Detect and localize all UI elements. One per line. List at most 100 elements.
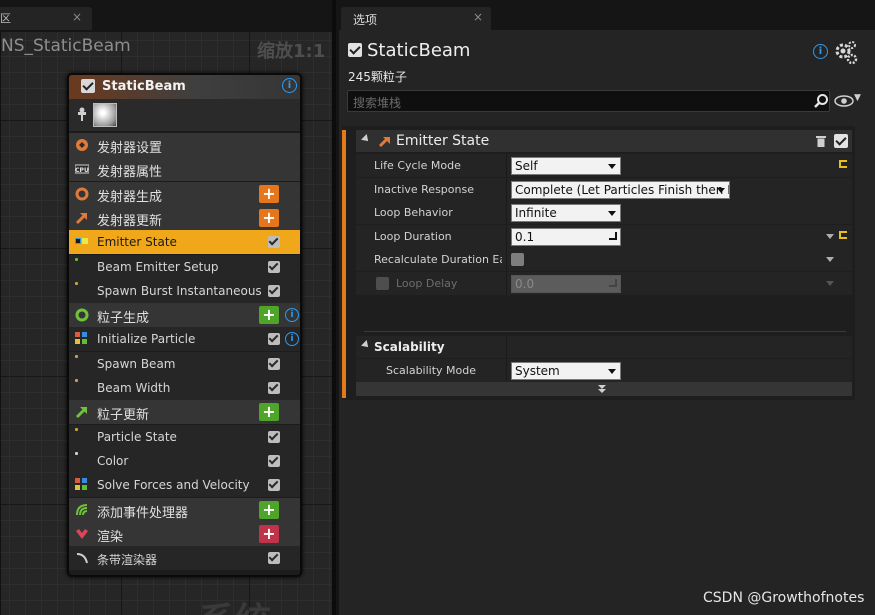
module-enabled-checkbox[interactable] xyxy=(268,357,280,370)
stack-row[interactable]: Beam Emitter Setup xyxy=(69,254,300,279)
emitter-enabled-checkbox[interactable] xyxy=(81,79,95,93)
collapse-arrow-icon[interactable] xyxy=(361,340,371,350)
property-number-field[interactable]: 0.1 xyxy=(511,227,621,246)
column-separator xyxy=(506,336,507,358)
stack-row[interactable]: Particle State xyxy=(69,424,300,449)
pin-icon[interactable] xyxy=(76,107,88,121)
reset-to-default-icon[interactable] xyxy=(839,160,847,168)
stack-row[interactable]: 渲染 + xyxy=(69,521,300,546)
stack-search-input[interactable]: 搜索堆栈 xyxy=(347,90,830,112)
emitter-node[interactable]: StaticBeam i 发射器设置 CPU 发射器属性 发射器生成 + 发射器更新 + Em… xyxy=(67,73,302,577)
add-module-button[interactable]: + xyxy=(259,306,279,325)
column-separator xyxy=(506,224,507,248)
stack-row-label: Beam Width xyxy=(97,381,171,395)
module-type-dot-icon xyxy=(75,281,78,285)
stack-row[interactable]: Spawn Burst Instantaneous xyxy=(69,278,300,303)
property-combo[interactable]: Complete (Let Particles Finish then K xyxy=(511,180,730,199)
details-tab-close-icon[interactable]: × xyxy=(473,10,483,24)
drag-handle-icon xyxy=(609,231,617,240)
eye-icon[interactable] xyxy=(834,93,854,109)
chevron-down-icon[interactable]: ▼ xyxy=(854,93,861,103)
column-separator xyxy=(506,359,507,382)
chevron-down-icon[interactable] xyxy=(826,257,834,262)
add-module-button[interactable]: + xyxy=(259,403,279,422)
stack-row[interactable]: 粒子生成 + i xyxy=(69,303,300,328)
stack-row-label: 条带渲染器 xyxy=(97,553,158,568)
stack-row-label: 添加事件处理器 xyxy=(97,505,189,521)
property-row: Loop Delay 0.0 xyxy=(356,271,852,295)
graph-tab-close-icon[interactable]: × xyxy=(72,10,82,24)
scalability-mode-row: Scalability Mode System xyxy=(356,359,852,382)
module-enabled-checkbox[interactable] xyxy=(268,430,280,443)
csdn-watermark: CSDN @Growthofnotes xyxy=(703,590,865,606)
details-tab[interactable]: 选项 × xyxy=(341,7,491,30)
property-combo[interactable]: Self xyxy=(511,157,621,175)
module-enabled-checkbox[interactable] xyxy=(268,333,280,346)
gear-icon[interactable] xyxy=(833,40,859,66)
graph-tab-label: 区 xyxy=(0,12,11,25)
property-combo[interactable]: Infinite xyxy=(511,204,621,222)
scalability-mode-combo[interactable]: System xyxy=(511,362,621,380)
module-enabled-checkbox[interactable] xyxy=(268,454,280,467)
trash-icon[interactable] xyxy=(816,135,826,147)
ribbon-renderer-icon xyxy=(75,551,89,565)
property-override-checkbox[interactable] xyxy=(376,276,389,290)
property-name: Life Cycle Mode xyxy=(374,159,461,172)
stack-row[interactable]: Initialize Particle i xyxy=(69,327,300,352)
info-icon[interactable]: i xyxy=(285,332,299,347)
graph-watermark: 系统 xyxy=(199,592,271,615)
stack-row[interactable]: 发射器生成 + xyxy=(69,181,300,206)
column-separator xyxy=(506,271,507,295)
info-icon[interactable]: i xyxy=(813,44,828,59)
advanced-expand-bar[interactable] xyxy=(356,382,852,396)
add-module-button[interactable]: + xyxy=(259,184,279,203)
emitter-thumbnail[interactable] xyxy=(93,103,117,127)
stack-row[interactable]: 条带渲染器 xyxy=(69,546,300,571)
info-icon[interactable]: i xyxy=(285,308,299,323)
info-icon[interactable]: i xyxy=(282,78,297,93)
emitter-node-header[interactable]: StaticBeam i xyxy=(69,75,300,99)
graph-tab[interactable]: 区 × xyxy=(0,7,92,30)
emitter-state-category-header[interactable]: Emitter State xyxy=(356,130,852,152)
module-enabled-checkbox[interactable] xyxy=(834,134,848,148)
stack-row[interactable]: 发射器设置 xyxy=(69,133,300,157)
stack-row-label: 发射器属性 xyxy=(97,165,163,181)
search-icon[interactable] xyxy=(813,93,829,109)
stack-row[interactable]: Beam Width xyxy=(69,376,300,400)
chevron-down-icon[interactable] xyxy=(597,384,607,394)
property-checkbox[interactable] xyxy=(511,253,524,266)
module-enabled-checkbox[interactable] xyxy=(268,552,280,565)
add-module-button[interactable]: + xyxy=(259,524,279,543)
stack-row[interactable]: 添加事件处理器 + xyxy=(69,497,300,522)
add-module-button[interactable]: + xyxy=(259,500,279,519)
chevron-down-icon[interactable] xyxy=(826,233,834,239)
module-enabled-checkbox[interactable] xyxy=(268,382,280,394)
scalability-section-header[interactable]: Scalability xyxy=(356,336,852,358)
property-row: Loop Behavior Infinite xyxy=(356,201,852,224)
reset-to-default-icon[interactable] xyxy=(839,230,847,239)
emitter-node-title: StaticBeam xyxy=(102,79,186,94)
object-enabled-checkbox[interactable] xyxy=(348,43,362,57)
stack-row[interactable]: Color xyxy=(69,448,300,473)
module-enabled-checkbox[interactable] xyxy=(268,236,280,249)
stack-row[interactable]: Solve Forces and Velocity xyxy=(69,473,300,498)
stack-row[interactable]: CPU 发射器属性 xyxy=(69,157,300,182)
collapse-arrow-icon[interactable] xyxy=(361,134,371,144)
property-number-field: 0.0 xyxy=(511,274,621,293)
module-enabled-checkbox[interactable] xyxy=(268,479,280,492)
particle-count: 245颗粒子 xyxy=(348,70,407,84)
stack-row[interactable]: Spawn Beam xyxy=(69,351,300,376)
module-enabled-checkbox[interactable] xyxy=(268,260,280,273)
stack-row[interactable]: Emitter State xyxy=(69,230,300,255)
property-name: Loop Behavior xyxy=(374,206,453,219)
stack-row-label: 发射器更新 xyxy=(97,213,163,229)
property-row: Life Cycle Mode Self xyxy=(356,154,852,177)
module-enabled-checkbox[interactable] xyxy=(268,284,280,297)
scalability-title: Scalability xyxy=(374,340,445,354)
stack-row-label: Solve Forces and Velocity xyxy=(97,478,250,493)
add-module-button[interactable]: + xyxy=(259,208,279,227)
stack-row[interactable]: 粒子更新 + xyxy=(69,400,300,425)
chevron-down-icon[interactable] xyxy=(826,280,834,286)
emitter-update-icon xyxy=(75,211,89,225)
stack-row[interactable]: 发射器更新 + xyxy=(69,205,300,230)
